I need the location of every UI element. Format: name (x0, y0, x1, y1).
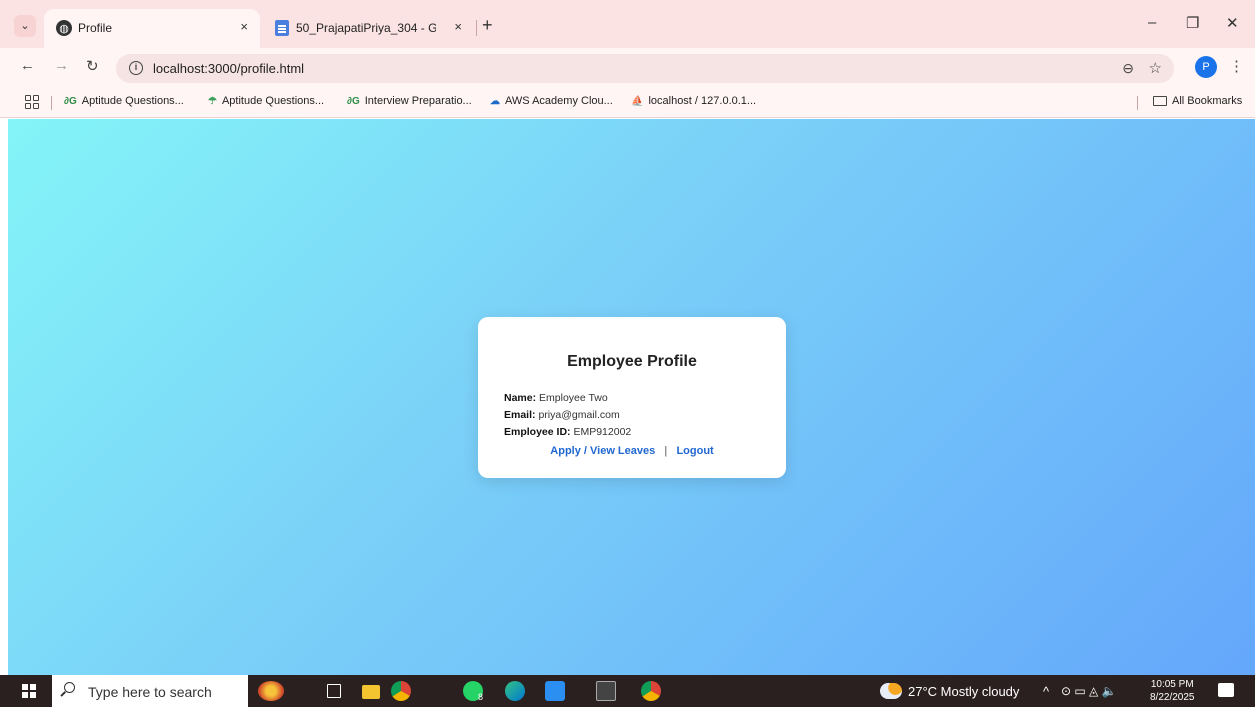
bookmark-label: Aptitude Questions... (81, 95, 184, 107)
email-value: priya@gmail.com (538, 409, 620, 421)
chrome-icon[interactable] (391, 681, 411, 701)
bookmark-label: localhost / 127.0.0.1... (648, 95, 757, 107)
clock-time: 10:05 PM (1150, 679, 1194, 690)
name-label: Name: (504, 392, 537, 404)
apply-view-leaves-link[interactable]: Apply / View Leaves (550, 445, 655, 457)
indiabix-icon: ☂ (208, 95, 217, 107)
terminal-icon[interactable] (596, 681, 616, 701)
forward-arrow-icon[interactable]: → (54, 57, 69, 74)
tab-google-doc[interactable]: 50_PrajapatiPriya_304 - Google × (262, 9, 474, 48)
bookmark-divider (1137, 96, 1138, 110)
network-icon[interactable]: ⊙ ▭ ◬ 🔈 (1061, 684, 1117, 698)
notification-icon[interactable] (1218, 683, 1234, 697)
bookmark-item[interactable]: ☂ Aptitude Questions... (208, 95, 324, 107)
search-icon (64, 682, 75, 693)
windows-start-icon[interactable] (22, 684, 36, 698)
news-widget-icon[interactable] (258, 681, 284, 701)
apps-grid-icon[interactable] (25, 95, 39, 109)
profile-avatar[interactable]: P (1195, 56, 1217, 78)
file-explorer-icon[interactable] (362, 685, 380, 699)
clock-date: 8/22/2025 (1150, 692, 1195, 703)
chrome-profile-icon[interactable] (641, 681, 661, 701)
tray-chevron-icon[interactable]: ^ (1043, 684, 1049, 699)
link-separator: | (664, 445, 668, 457)
search-placeholder: Type here to search (88, 684, 212, 700)
email-label: Email: (504, 409, 536, 421)
gfg-icon: ∂G (64, 95, 77, 107)
google-docs-icon (274, 20, 290, 36)
employee-id-value: EMP912002 (573, 426, 632, 438)
kebab-menu-icon[interactable]: ⋮ (1229, 57, 1244, 75)
bookmark-item[interactable]: ∂G Aptitude Questions... (64, 95, 184, 107)
bookmark-item[interactable]: ☁ AWS Academy Clou... (490, 95, 613, 107)
bookmark-label: Interview Preparatio... (364, 95, 472, 107)
gfg-icon: ∂G (347, 95, 360, 107)
edge-icon[interactable] (505, 681, 525, 701)
bookmark-star-icon[interactable]: ☆ (1149, 59, 1162, 77)
phpmyadmin-icon: ⛵ (631, 95, 644, 107)
tab-divider (476, 20, 477, 36)
tab-close-icon[interactable]: × (454, 19, 462, 34)
name-row: Name: Employee Two (504, 392, 608, 404)
bookmark-item[interactable]: ⛵ localhost / 127.0.0.1... (631, 95, 756, 107)
address-bar[interactable]: i localhost:3000/profile.html ⊖ ☆ (116, 54, 1174, 83)
browser-toolbar: ← → ↻ i localhost:3000/profile.html ⊖ ☆ … (0, 48, 1255, 88)
zoom-icon[interactable]: ⊖ (1122, 60, 1134, 77)
restore-button[interactable]: ❐ (1186, 14, 1199, 32)
weather-text[interactable]: 27°C Mostly cloudy (908, 684, 1019, 699)
close-window-button[interactable]: ✕ (1226, 14, 1239, 32)
minimize-button[interactable]: – (1148, 14, 1156, 31)
all-bookmarks-button[interactable]: All Bookmarks (1153, 95, 1242, 107)
profile-links: Apply / View Leaves | Logout (478, 445, 786, 457)
reload-icon[interactable]: ↻ (86, 57, 99, 75)
weather-icon (880, 683, 902, 699)
tab-search-chevron-icon[interactable]: ⌄ (14, 15, 36, 37)
all-bookmarks-label: All Bookmarks (1172, 95, 1243, 107)
tab-title: 50_PrajapatiPriya_304 - Google (296, 21, 436, 35)
bookmark-label: Aptitude Questions... (221, 95, 325, 107)
back-arrow-icon[interactable]: ← (20, 57, 35, 74)
page-background: Employee Profile Name: Employee Two Emai… (8, 119, 1255, 675)
url-text[interactable]: localhost:3000/profile.html (153, 61, 304, 76)
bookmark-item[interactable]: ∂G Interview Preparatio... (347, 95, 472, 107)
bookmark-divider (51, 96, 52, 110)
profile-card: Employee Profile Name: Employee Two Emai… (478, 317, 786, 478)
taskbar-search[interactable]: Type here to search (52, 675, 248, 707)
whatsapp-badge: 8 (478, 692, 484, 702)
clock[interactable]: 10:05 PM 8/22/2025 (1150, 678, 1195, 704)
task-view-icon[interactable] (327, 684, 341, 698)
aws-icon: ☁ (490, 95, 500, 107)
folder-icon (1153, 96, 1167, 106)
tab-profile[interactable]: ◍ Profile × (44, 9, 260, 48)
email-row: Email: priya@gmail.com (504, 409, 620, 421)
bookmark-label: AWS Academy Clou... (505, 95, 613, 107)
new-tab-button[interactable]: + (482, 15, 493, 36)
tab-strip: ⌄ ◍ Profile × 50_PrajapatiPriya_304 - Go… (0, 0, 1255, 48)
windows-taskbar: Type here to search 8 27°C Mostly cloudy… (0, 675, 1255, 707)
employee-id-row: Employee ID: EMP912002 (504, 426, 631, 438)
name-value: Employee Two (539, 392, 608, 404)
page-title: Employee Profile (567, 353, 697, 370)
vscode-icon[interactable] (545, 681, 565, 701)
tab-close-icon[interactable]: × (240, 19, 248, 34)
logout-link[interactable]: Logout (676, 445, 713, 457)
bookmarks-bar: ∂G Aptitude Questions... ☂ Aptitude Ques… (0, 88, 1255, 118)
globe-icon: ◍ (56, 20, 72, 36)
tab-title: Profile (78, 21, 113, 35)
employee-id-label: Employee ID: (504, 426, 571, 438)
site-info-icon[interactable]: i (129, 61, 143, 75)
